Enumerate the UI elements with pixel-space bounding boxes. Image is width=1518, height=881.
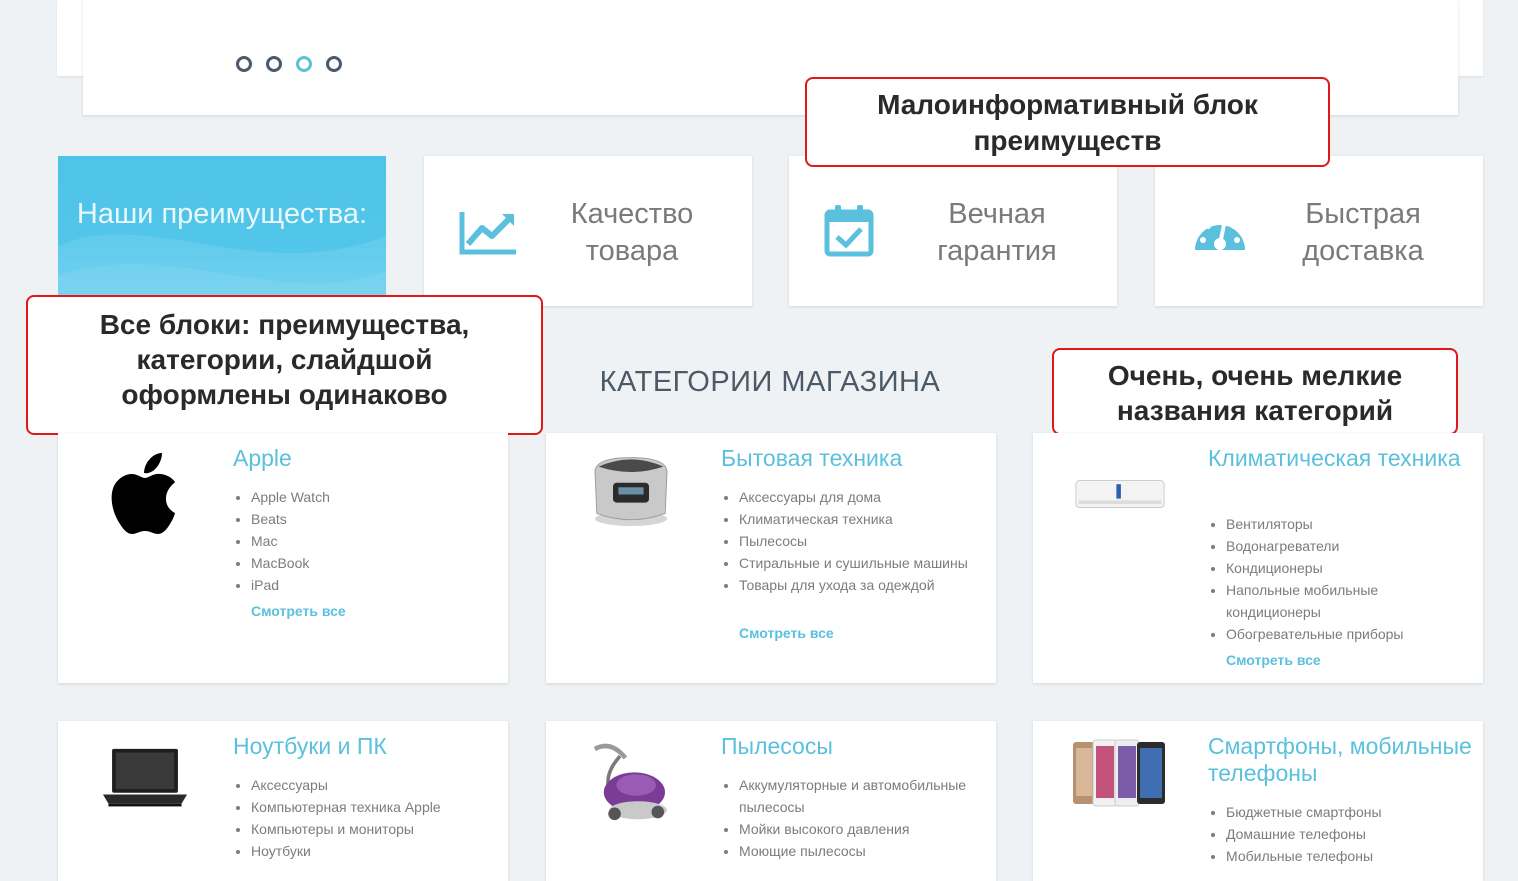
category-card-climate: Климатическая техника Вентиляторы Водона… [1033,433,1483,683]
advantage-label: Качество товара [570,198,694,267]
category-card-appliances: Бытовая техника Аксессуары для дома Клим… [546,433,996,683]
subcategory-link[interactable]: Beats [251,508,481,530]
subcategory-link[interactable]: Mac [251,530,481,552]
subcategory-link[interactable]: Напольные мобильные кондиционеры [1226,579,1456,623]
subcategory-link[interactable]: Товары для ухода за одеждой [739,574,969,596]
subcategory-link[interactable]: Домашние телефоны [1226,823,1456,845]
category-card-vacuums: Пылесосы Аккумуляторные и автомобильные … [546,721,996,881]
smartphones-image [1073,739,1165,807]
category-card-smartphones: Смартфоны, мобильные телефоны Бюджетные … [1033,721,1483,881]
see-all-link[interactable]: Смотреть все [1226,652,1321,668]
advantage-label: Быстрая доставка [1302,198,1424,267]
subcategory-link[interactable]: Аксессуары для дома [739,486,969,508]
advantages-header-block: Наши преимущества: [58,156,386,306]
subcategory-link[interactable]: Компьютерная техника Apple [251,796,481,818]
advantage-card-quality: Качество товара [424,156,752,306]
category-name[interactable]: Климатическая техника [1208,445,1478,472]
category-name[interactable]: Ноутбуки и ПК [233,733,503,760]
speedometer-icon [1195,216,1245,250]
apple-logo-icon [111,453,175,534]
category-name[interactable]: Смартфоны, мобильные телефоны [1208,733,1478,787]
subcategory-link[interactable]: MacBook [251,552,481,574]
see-all-link[interactable]: Смотреть все [739,625,834,641]
category-card-laptops: Ноутбуки и ПК Аксессуары Компьютерная те… [58,721,508,881]
subcategory-link[interactable]: Стиральные и сушильные машины [739,552,969,574]
subcategory-list: Аксессуары для дома Климатическая техник… [721,486,969,596]
advantage-card-warranty: Вечная гарантия [789,156,1117,306]
chart-line-icon [459,212,516,255]
see-all-link[interactable]: Смотреть все [251,603,346,619]
category-name[interactable]: Бытовая техника [721,445,991,472]
air-conditioner-image [1075,480,1165,509]
subcategory-link[interactable]: Водонагреватели [1226,535,1456,557]
category-name[interactable]: Apple [233,445,503,472]
subcategory-link[interactable]: Пылесосы [739,530,969,552]
subcategory-link[interactable]: Кондиционеры [1226,557,1456,579]
subcategory-list: Аккумуляторные и автомобильные пылесосы … [721,774,969,862]
subcategory-list: Вентиляторы Водонагреватели Кондиционеры… [1208,513,1456,645]
advantage-label: Вечная гарантия [937,198,1057,267]
callout-advantages-note: Малоинформативный блок преимуществ [805,77,1330,167]
subcategory-link[interactable]: Мойки высокого давления [739,818,969,840]
slider-dot-1[interactable] [236,56,252,72]
subcategory-link[interactable]: Компьютеры и мониторы [251,818,481,840]
slider-dot-4[interactable] [326,56,342,72]
subcategory-list: Аксессуары Компьютерная техника Apple Ко… [233,774,481,862]
slider-dot-2[interactable] [266,56,282,72]
calendar-check-icon [824,205,874,257]
callout-blocks-note: Все блоки: преимущества, категории, слай… [26,295,543,435]
multicooker-image [594,457,668,526]
subcategory-link[interactable]: Климатическая техника [739,508,969,530]
subcategory-list: Apple Watch Beats Mac MacBook iPad [233,486,481,596]
category-card-apple: Apple Apple Watch Beats Mac MacBook iPad… [58,433,508,683]
categories-section-title: КАТЕГОРИИ МАГАЗИНА [599,366,941,398]
subcategory-link[interactable]: Аксессуары [251,774,481,796]
slider-dot-3[interactable] [296,56,312,72]
callout-categories-note: Очень, очень мелкие названия категорий [1052,348,1458,435]
subcategory-link[interactable]: Мобильные телефоны [1226,845,1456,867]
subcategory-link[interactable]: iPad [251,574,481,596]
advantage-card-delivery: Быстрая доставка [1155,156,1483,306]
subcategory-list: Бюджетные смартфоны Домашние телефоны Мо… [1208,801,1456,867]
vacuum-cleaner-image [593,743,667,821]
laptop-image [102,748,188,807]
subcategory-link[interactable]: Обогревательные приборы [1226,623,1456,645]
category-name[interactable]: Пылесосы [721,733,991,760]
subcategory-link[interactable]: Бюджетные смартфоны [1226,801,1456,823]
subcategory-link[interactable]: Аккумуляторные и автомобильные пылесосы [739,774,969,818]
advantages-title: Наши преимущества: [76,198,368,230]
subcategory-link[interactable]: Вентиляторы [1226,513,1456,535]
subcategory-link[interactable]: Apple Watch [251,486,481,508]
